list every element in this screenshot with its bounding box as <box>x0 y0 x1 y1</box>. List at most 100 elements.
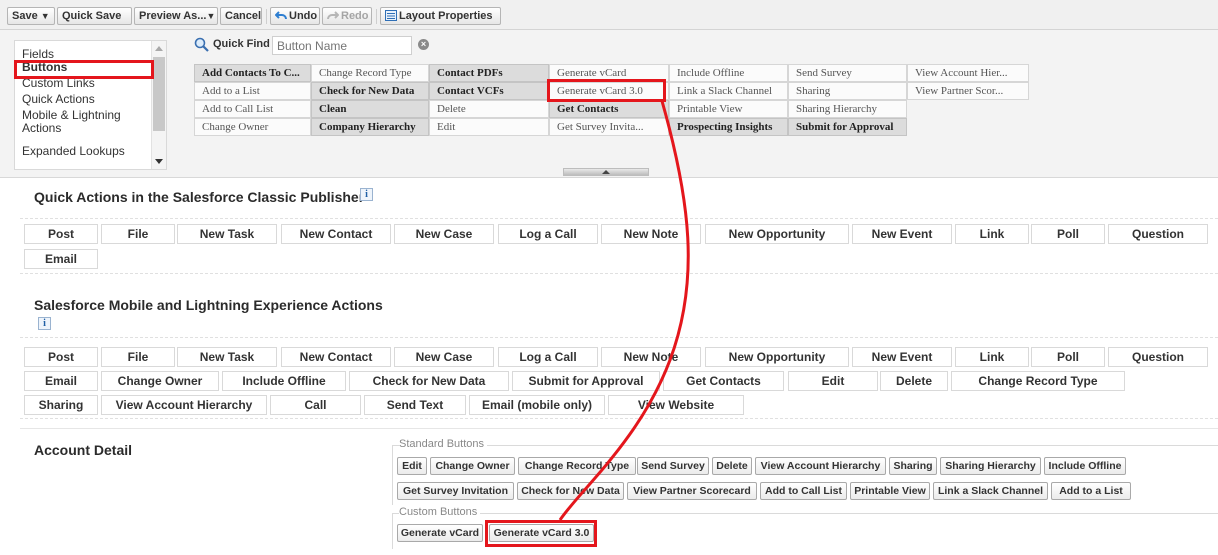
palette-button-item[interactable]: Contact VCFs <box>429 82 549 100</box>
category-mobile-lightning-actions[interactable]: Mobile & Lightning Actions <box>22 109 140 135</box>
standard-button[interactable]: Send Survey <box>637 457 709 475</box>
action-chip[interactable]: New Contact <box>281 224 391 244</box>
action-chip[interactable]: Email <box>24 249 98 269</box>
palette-button-item[interactable]: Sharing Hierarchy <box>788 100 907 118</box>
action-chip[interactable]: Sharing <box>24 395 98 415</box>
action-chip[interactable]: New Task <box>177 224 277 244</box>
palette-collapse-handle[interactable] <box>563 168 649 176</box>
info-icon[interactable]: i <box>360 188 373 201</box>
scroll-up-icon[interactable] <box>155 46 163 51</box>
palette-button-item[interactable]: Get Contacts <box>549 100 669 118</box>
action-chip[interactable]: Log a Call <box>498 347 598 367</box>
standard-button[interactable]: Change Record Type <box>518 457 636 475</box>
action-chip[interactable]: Post <box>24 224 98 244</box>
clear-search-icon[interactable]: × <box>418 39 429 50</box>
action-chip[interactable]: Log a Call <box>498 224 598 244</box>
standard-button[interactable]: Check for New Data <box>517 482 624 500</box>
palette-button-item[interactable]: Link a Slack Channel <box>669 82 788 100</box>
standard-button[interactable]: Add to Call List <box>760 482 847 500</box>
preview-as-button[interactable]: Preview As...▼ <box>134 7 218 25</box>
category-expanded-lookups[interactable]: Expanded Lookups <box>22 145 152 158</box>
palette-button-item[interactable]: Prospecting Insights <box>669 118 788 136</box>
save-dropdown-icon[interactable]: ▼ <box>41 11 50 21</box>
action-chip[interactable]: Get Contacts <box>663 371 784 391</box>
standard-button[interactable]: Sharing Hierarchy <box>940 457 1041 475</box>
standard-button[interactable]: Get Survey Invitation <box>397 482 514 500</box>
action-chip[interactable]: Call <box>270 395 361 415</box>
action-chip[interactable]: Poll <box>1031 347 1105 367</box>
palette-button-item[interactable]: View Partner Scor... <box>907 82 1029 100</box>
action-chip[interactable]: Change Owner <box>101 371 219 391</box>
action-chip[interactable]: Link <box>955 224 1029 244</box>
action-chip[interactable]: Link <box>955 347 1029 367</box>
info-icon[interactable]: i <box>38 317 51 330</box>
standard-button[interactable]: Edit <box>397 457 427 475</box>
action-chip[interactable]: Email <box>24 371 98 391</box>
cancel-button[interactable]: Cancel <box>220 7 262 25</box>
action-chip[interactable]: Edit <box>788 371 878 391</box>
undo-button[interactable]: Undo <box>270 7 320 25</box>
action-chip[interactable]: Question <box>1108 224 1208 244</box>
palette-button-item[interactable]: Company Hierarchy <box>311 118 429 136</box>
custom-button[interactable]: Generate vCard <box>397 524 483 542</box>
palette-button-item[interactable]: Contact PDFs <box>429 64 549 82</box>
action-chip[interactable]: Send Text <box>364 395 466 415</box>
palette-button-item[interactable]: Edit <box>429 118 549 136</box>
redo-button[interactable]: Redo <box>322 7 372 25</box>
action-chip[interactable]: New Case <box>394 347 494 367</box>
palette-button-item[interactable]: Clean <box>311 100 429 118</box>
action-chip[interactable]: New Task <box>177 347 277 367</box>
palette-button-item[interactable]: Sharing <box>788 82 907 100</box>
action-chip[interactable]: Post <box>24 347 98 367</box>
action-chip[interactable]: Include Offline <box>222 371 346 391</box>
palette-button-item[interactable]: Submit for Approval <box>788 118 907 136</box>
save-button[interactable]: Save ▼ <box>7 7 55 25</box>
action-chip[interactable]: File <box>101 224 175 244</box>
action-chip[interactable]: Delete <box>880 371 948 391</box>
action-chip[interactable]: Check for New Data <box>349 371 509 391</box>
palette-button-item[interactable]: Check for New Data <box>311 82 429 100</box>
standard-button[interactable]: View Account Hierarchy <box>755 457 886 475</box>
palette-button-item[interactable]: Add Contacts To C... <box>194 64 311 82</box>
palette-button-item[interactable]: Printable View <box>669 100 788 118</box>
palette-button-item[interactable]: Delete <box>429 100 549 118</box>
palette-button-item[interactable]: Change Owner <box>194 118 311 136</box>
standard-button[interactable]: Link a Slack Channel <box>933 482 1048 500</box>
action-chip[interactable]: New Opportunity <box>705 224 849 244</box>
palette-button-item[interactable]: Change Record Type <box>311 64 429 82</box>
standard-button[interactable]: Include Offline <box>1044 457 1126 475</box>
standard-button[interactable]: View Partner Scorecard <box>627 482 757 500</box>
standard-button[interactable]: Add to a List <box>1051 482 1131 500</box>
quick-save-button[interactable]: Quick Save <box>57 7 132 25</box>
action-chip[interactable]: View Account Hierarchy <box>101 395 267 415</box>
action-chip[interactable]: Question <box>1108 347 1208 367</box>
action-chip[interactable]: New Event <box>852 224 952 244</box>
standard-button[interactable]: Printable View <box>850 482 930 500</box>
action-chip[interactable]: New Contact <box>281 347 391 367</box>
action-chip[interactable]: New Note <box>601 224 701 244</box>
action-chip[interactable]: File <box>101 347 175 367</box>
palette-button-item[interactable]: View Account Hier... <box>907 64 1029 82</box>
action-chip[interactable]: View Website <box>608 395 744 415</box>
palette-button-item[interactable]: Add to Call List <box>194 100 311 118</box>
quick-find-input[interactable] <box>272 36 412 55</box>
layout-properties-button[interactable]: Layout Properties <box>380 7 501 25</box>
action-chip[interactable]: New Note <box>601 347 701 367</box>
palette-button-item[interactable]: Include Offline <box>669 64 788 82</box>
palette-button-item[interactable]: Send Survey <box>788 64 907 82</box>
standard-button[interactable]: Change Owner <box>430 457 515 475</box>
palette-button-item[interactable]: Get Survey Invita... <box>549 118 669 136</box>
palette-button-item[interactable]: Add to a List <box>194 82 311 100</box>
action-chip[interactable]: New Opportunity <box>705 347 849 367</box>
standard-button[interactable]: Sharing <box>889 457 937 475</box>
action-chip[interactable]: Change Record Type <box>951 371 1125 391</box>
action-chip[interactable]: Submit for Approval <box>512 371 660 391</box>
action-chip[interactable]: Poll <box>1031 224 1105 244</box>
action-chip[interactable]: New Event <box>852 347 952 367</box>
action-chip[interactable]: New Case <box>394 224 494 244</box>
standard-button[interactable]: Delete <box>712 457 752 475</box>
scrollbar-thumb[interactable] <box>153 57 165 131</box>
scroll-down-icon[interactable] <box>155 159 163 164</box>
category-quick-actions[interactable]: Quick Actions <box>22 93 152 106</box>
action-chip[interactable]: Email (mobile only) <box>469 395 605 415</box>
